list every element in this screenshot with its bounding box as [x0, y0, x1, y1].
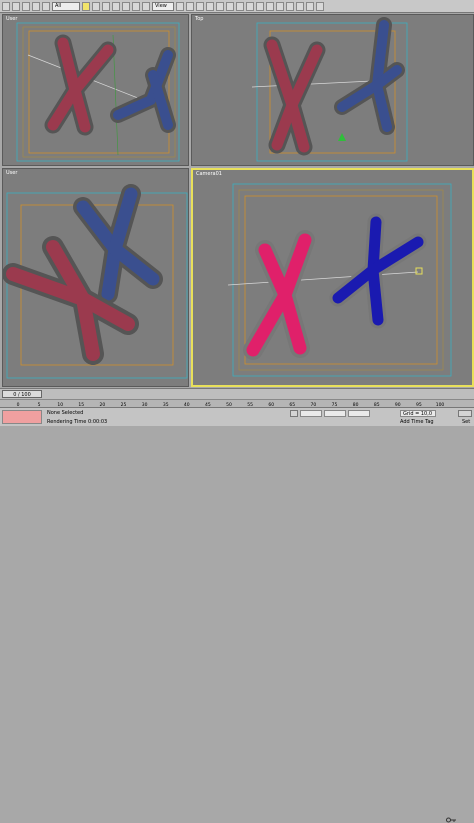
bind-icon[interactable]	[42, 1, 50, 11]
named-selection-icon[interactable]	[236, 1, 244, 11]
x-coord-field[interactable]	[300, 410, 322, 417]
pink-chromosome-render[interactable]	[243, 230, 315, 360]
render-icon[interactable]	[316, 1, 324, 11]
material-editor-icon[interactable]	[296, 1, 304, 11]
time-slider-frame: 0 / 100	[13, 392, 31, 398]
prompt-line: Rendering Time 0:00:03	[47, 419, 108, 425]
render-setup-icon[interactable]	[306, 1, 314, 11]
select-object-icon[interactable]	[82, 1, 90, 11]
ref-coord-dropdown[interactable]: View	[152, 1, 174, 11]
selection-filter-value: All	[55, 2, 62, 9]
link-icon[interactable]	[22, 1, 30, 11]
redo-icon[interactable]	[12, 1, 20, 11]
key-icon[interactable]	[446, 817, 456, 823]
spinner-snap-icon[interactable]	[226, 1, 234, 11]
add-time-tag-button[interactable]: Add Time Tag	[400, 419, 434, 425]
undo-icon[interactable]	[2, 1, 10, 11]
blue-chromosome[interactable]	[73, 184, 163, 304]
manipulate-icon[interactable]	[186, 1, 194, 11]
z-coord-field[interactable]	[348, 410, 370, 417]
viewport-scene	[251, 17, 408, 162]
rotate-icon[interactable]	[132, 1, 140, 11]
select-by-name-icon[interactable]	[92, 1, 100, 11]
maxscript-listener[interactable]	[2, 410, 42, 424]
viewport-scene	[3, 184, 188, 379]
align-icon[interactable]	[256, 1, 264, 11]
window-crossing-icon[interactable]	[112, 1, 120, 11]
red-chromosome[interactable]	[263, 36, 326, 156]
grid-field: Grid = 10,0	[400, 410, 436, 417]
viewport-scene	[227, 183, 452, 377]
time-slider[interactable]: 0 / 100	[2, 390, 42, 398]
selection-filter-dropdown[interactable]: All	[52, 1, 80, 11]
blue-chromosome[interactable]	[334, 17, 405, 135]
viewport-top[interactable]: Top	[191, 14, 474, 166]
grid-value: Grid = 10,0	[403, 411, 432, 417]
blue-chromosome[interactable]	[110, 47, 176, 133]
pivot-icon[interactable]	[176, 1, 184, 11]
move-icon[interactable]	[122, 1, 130, 11]
ref-coord-value: View	[155, 2, 167, 9]
blue-chromosome-render[interactable]	[329, 213, 427, 329]
viewport-user-2[interactable]: User	[2, 168, 189, 387]
red-chromosome[interactable]	[44, 34, 117, 136]
unlink-icon[interactable]	[32, 1, 40, 11]
layer-icon[interactable]	[266, 1, 274, 11]
auto-key-button[interactable]	[458, 410, 472, 417]
set-key-button[interactable]: Set	[462, 419, 470, 425]
viewport-user[interactable]: User	[2, 14, 189, 166]
schematic-icon[interactable]	[286, 1, 294, 11]
y-coord-field[interactable]	[324, 410, 346, 417]
curve-editor-icon[interactable]	[276, 1, 284, 11]
selection-status: None Selected	[47, 410, 84, 416]
lock-icon[interactable]	[290, 410, 298, 417]
mirror-icon[interactable]	[246, 1, 254, 11]
viewport-camera[interactable]: Camera01	[191, 168, 474, 387]
angle-snap-icon[interactable]	[206, 1, 214, 11]
snap-icon[interactable]	[196, 1, 204, 11]
percent-snap-icon[interactable]	[216, 1, 224, 11]
scale-icon[interactable]	[142, 1, 150, 11]
main-toolbar: All View	[0, 0, 474, 13]
status-bar: None Selected Rendering Time 0:00:03 Gri…	[0, 407, 474, 823]
region-select-icon[interactable]	[102, 1, 110, 11]
viewport-scene	[16, 22, 180, 162]
